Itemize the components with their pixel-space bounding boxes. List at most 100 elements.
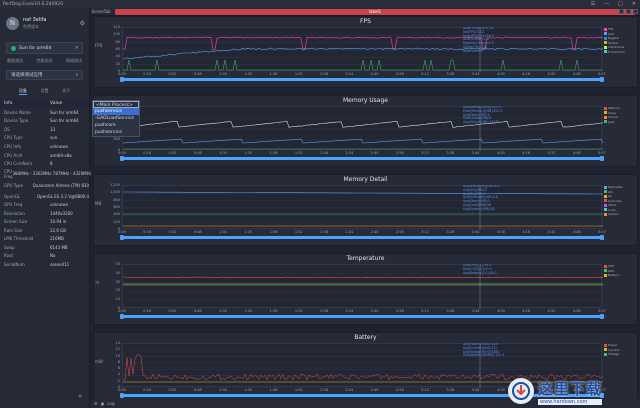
y-axis-label: mW bbox=[95, 359, 103, 364]
y-tick-label: 8 bbox=[117, 359, 120, 364]
x-tick-label: 0:00 bbox=[118, 388, 126, 392]
user-plan: 免费版本 bbox=[23, 23, 39, 29]
y-tick-label: 200 bbox=[113, 137, 120, 141]
toolbar-item[interactable]: 性能测试 bbox=[37, 58, 53, 64]
chart-legend: Power Current Voltage bbox=[604, 343, 637, 357]
main-area: SceneTab label1 FPS FPS 120 100 80 60 40 20 0 0:0… bbox=[91, 8, 640, 408]
tab-settings[interactable]: 设置 bbox=[40, 88, 48, 95]
info-key: CPU CoreNum bbox=[4, 161, 33, 167]
x-tick-label: 0:16 bbox=[143, 388, 152, 392]
legend-item[interactable]: Battery bbox=[604, 273, 637, 278]
label-marker[interactable]: label1 bbox=[115, 9, 635, 15]
x-tick-label: 4:16 bbox=[522, 230, 531, 234]
toolbar: 截图测试 性能测试 网络测试 bbox=[0, 54, 89, 68]
x-tick-label: 0:16 bbox=[143, 309, 152, 313]
process-menu-item[interactable]: :GAOLoadService bbox=[93, 115, 139, 122]
tab-about[interactable]: 关于 bbox=[62, 88, 70, 95]
device-selector[interactable]: Sun for arm64 ▾ bbox=[6, 42, 83, 54]
info-value: 1440x3200 bbox=[50, 210, 73, 216]
info-key: Screen Size bbox=[4, 219, 28, 225]
legend-swatch bbox=[604, 269, 607, 273]
chart-title: FPS bbox=[360, 18, 371, 25]
legend-swatch bbox=[604, 264, 607, 268]
legend-label: BigJank bbox=[608, 36, 620, 41]
collapse-icon[interactable]: « bbox=[78, 392, 82, 400]
legend-item[interactable]: Voltage bbox=[604, 352, 637, 357]
info-row: OpenGL OpenGL ES 3.2 V@0800.4 bbox=[0, 192, 89, 201]
info-header-key: Info bbox=[4, 101, 13, 106]
log-icon: ▣ bbox=[100, 401, 105, 406]
x-tick-label: 4:16 bbox=[522, 309, 531, 313]
x-tick-label: 1:52 bbox=[294, 72, 303, 76]
legend-swatch bbox=[604, 185, 607, 189]
watermark-url: www.herdown.com bbox=[538, 398, 603, 405]
x-tick-label: 1:52 bbox=[294, 388, 303, 392]
minimize-icon[interactable]: — bbox=[604, 1, 609, 7]
x-tick-label: 2:40 bbox=[370, 72, 379, 76]
x-tick-label: 4:48 bbox=[572, 230, 581, 234]
tool-icon[interactable] bbox=[633, 9, 638, 14]
x-tick-label: 3:28 bbox=[446, 309, 455, 313]
process-menu-item[interactable]: <Main Process> bbox=[93, 101, 139, 108]
legend-label: FrameTime bbox=[608, 49, 625, 54]
legend-item[interactable]: FrameTime bbox=[604, 50, 637, 55]
legend-item[interactable]: Java bbox=[604, 120, 637, 125]
avatar[interactable]: N bbox=[6, 16, 19, 30]
info-key: OS bbox=[4, 126, 10, 132]
info-key: GPU Freq bbox=[4, 202, 23, 208]
legend-item[interactable]: System bbox=[604, 212, 637, 217]
info-value: 384MHz - 3302MHz 787MHz - 4320MHz bbox=[12, 171, 92, 177]
info-value: Sun for arm64 bbox=[50, 109, 79, 115]
process-menu-item[interactable]: pushservice bbox=[93, 108, 139, 115]
chart-panel-memory-detail: Memory Detail MB 1,200 1,000 800 600 400 200 0 0:… bbox=[93, 174, 638, 246]
process-menu-item[interactable]: pushcore bbox=[93, 122, 139, 129]
y-tick-label: 30 bbox=[115, 279, 120, 284]
x-tick-label: 1:04 bbox=[219, 72, 227, 76]
gear-icon[interactable]: ⚙ bbox=[80, 20, 85, 27]
app-selector[interactable]: 请选择测试应用 ▾ bbox=[6, 70, 83, 80]
x-tick-label: 5:07 bbox=[598, 230, 606, 234]
legend-label: FPS bbox=[608, 27, 614, 32]
x-tick-label: 3:12 bbox=[421, 72, 430, 76]
legend-swatch bbox=[604, 50, 607, 54]
x-tick-label: 1:04 bbox=[219, 388, 227, 392]
info-key: CPU Arch bbox=[4, 152, 23, 158]
settings-icon[interactable]: ⚙ bbox=[94, 401, 98, 406]
timeline-scrollbar[interactable] bbox=[120, 314, 604, 319]
timeline-scrollbar[interactable] bbox=[120, 77, 604, 82]
x-tick-label: 1:36 bbox=[269, 151, 278, 155]
toolbar-item[interactable]: 网络测试 bbox=[66, 58, 82, 64]
legend-swatch bbox=[604, 208, 607, 212]
stat-line: Avg(Battery)[℃]:28.0 bbox=[463, 270, 497, 275]
close-icon[interactable]: ✕ bbox=[632, 1, 636, 7]
log-label[interactable]: Log bbox=[107, 401, 114, 406]
tab-device[interactable]: 设备 bbox=[18, 88, 27, 95]
info-value: unknown bbox=[50, 143, 69, 149]
info-key: SerialNum bbox=[4, 261, 25, 267]
y-tick-label: 6 bbox=[117, 366, 120, 371]
toolbar-item[interactable]: 截图测试 bbox=[7, 58, 23, 64]
tool-icon[interactable] bbox=[626, 9, 631, 14]
y-tick-label: 100 bbox=[113, 32, 120, 37]
legend-label: Stack bbox=[608, 203, 617, 208]
legend-label: System bbox=[608, 212, 620, 217]
timeline-scrollbar[interactable] bbox=[120, 235, 604, 240]
y-axis-label: ℃ bbox=[95, 280, 100, 285]
x-tick-label: 0:48 bbox=[193, 388, 202, 392]
legend-swatch bbox=[604, 348, 607, 352]
tool-icon[interactable] bbox=[619, 9, 624, 14]
timeline-scrollbar[interactable] bbox=[120, 156, 604, 161]
tab-scene[interactable]: SceneTab bbox=[91, 9, 111, 14]
chart-title: Memory Detail bbox=[343, 176, 388, 183]
y-tick-label: 120 bbox=[113, 25, 120, 29]
y-tick-label: 200 bbox=[113, 219, 120, 224]
process-menu-item[interactable]: pushservice bbox=[93, 129, 139, 136]
menu-icon[interactable]: ☰ bbox=[591, 1, 595, 7]
x-tick-label: 4:48 bbox=[572, 309, 581, 313]
watermark-logo bbox=[508, 378, 534, 404]
maximize-icon[interactable]: □ bbox=[618, 1, 623, 7]
x-tick-label: 0:16 bbox=[143, 151, 152, 155]
x-tick-label: 0:16 bbox=[143, 230, 152, 234]
sidebar: N naf 3elifa 免费版本 ⚙ Sun for arm64 ▾ 截图测试… bbox=[0, 8, 92, 408]
x-tick-label: 2:24 bbox=[345, 309, 354, 313]
